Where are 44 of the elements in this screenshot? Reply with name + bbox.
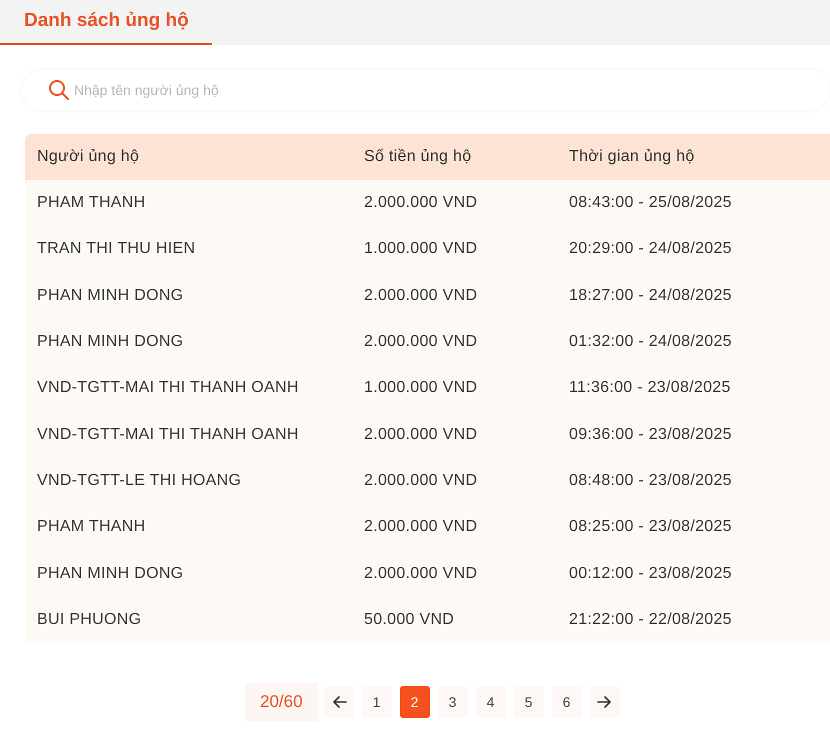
table-cell-text: 08:25:00 - 23/08/2025	[569, 518, 733, 536]
table-cell-text: PHAN MINH DONG	[37, 564, 184, 583]
table-cell-text: 2.000.000 VND	[364, 472, 478, 490]
page-button[interactable]: 5	[514, 686, 544, 718]
search-field[interactable]: Nhập tên người ủng hộ	[22, 70, 830, 110]
table-cell-text: 20:29:00 - 24/08/2025	[569, 240, 733, 258]
page-button[interactable]: 4	[476, 686, 506, 718]
table-cell-text: TRAN THI THU HIEN	[37, 240, 196, 258]
table-cell-text: BUI PHUONG	[37, 610, 142, 629]
table-cell-text: PHAM THANH	[37, 194, 146, 212]
table-cell-text: VND-TGTT-MAI THI THANH OANH	[37, 379, 300, 398]
table-cell-text: 2.000.000 VND	[364, 518, 478, 536]
table-cell-text: 1.000.000 VND	[364, 379, 478, 398]
table-cell-text: 1.000.000 VND	[364, 240, 478, 258]
table-cell-text: VND-TGTT-MAI THI THANH OANH	[37, 426, 300, 444]
table-cell-text: PHAN MINH DONG	[37, 286, 184, 305]
arrow-icon	[330, 694, 347, 710]
table-cell-text: VND-TGTT-LE THI HOANG	[37, 472, 242, 490]
table-cell-text: 21:22:00 - 22/08/2025	[569, 610, 733, 629]
table-cell-text: 11:36:00 - 23/08/2025	[569, 379, 732, 398]
column-header: Người ủng hộ	[37, 148, 140, 166]
page-button[interactable]: 3	[438, 686, 468, 718]
page-button[interactable]: 6	[552, 686, 582, 718]
table-cell-text: PHAM THANH	[37, 518, 146, 536]
table-cell-text: 2.000.000 VND	[364, 194, 478, 212]
next-page-button[interactable]	[590, 686, 620, 718]
table-cell-text: 01:32:00 - 24/08/2025	[569, 333, 733, 352]
table-cell-text: 00:12:00 - 23/08/2025	[569, 564, 733, 583]
page-button[interactable]: 1	[362, 686, 392, 718]
arrow-icon	[596, 694, 613, 710]
table-cell-text: 08:48:00 - 23/08/2025	[569, 472, 733, 490]
column-header: Thời gian ủng hộ	[569, 148, 696, 166]
table-cell-text: 18:27:00 - 24/08/2025	[569, 286, 733, 305]
table-cell-text: 09:36:00 - 23/08/2025	[569, 426, 733, 444]
table-cell-text: 2.000.000 VND	[364, 333, 478, 352]
table-cell-text: 08:43:00 - 25/08/2025	[569, 194, 733, 212]
table-cell-text: 2.000.000 VND	[364, 426, 478, 444]
column-header: Số tiền ủng hộ	[364, 148, 472, 166]
previous-page-button[interactable]	[324, 686, 354, 718]
page-count: 20/60	[245, 682, 318, 721]
table-cell-text: 2.000.000 VND	[364, 286, 478, 305]
table-cell-text: 50.000 VND	[364, 610, 456, 629]
table-cell-text: PHAN MINH DONG	[37, 333, 184, 352]
table-cell-text: 2.000.000 VND	[364, 564, 478, 583]
